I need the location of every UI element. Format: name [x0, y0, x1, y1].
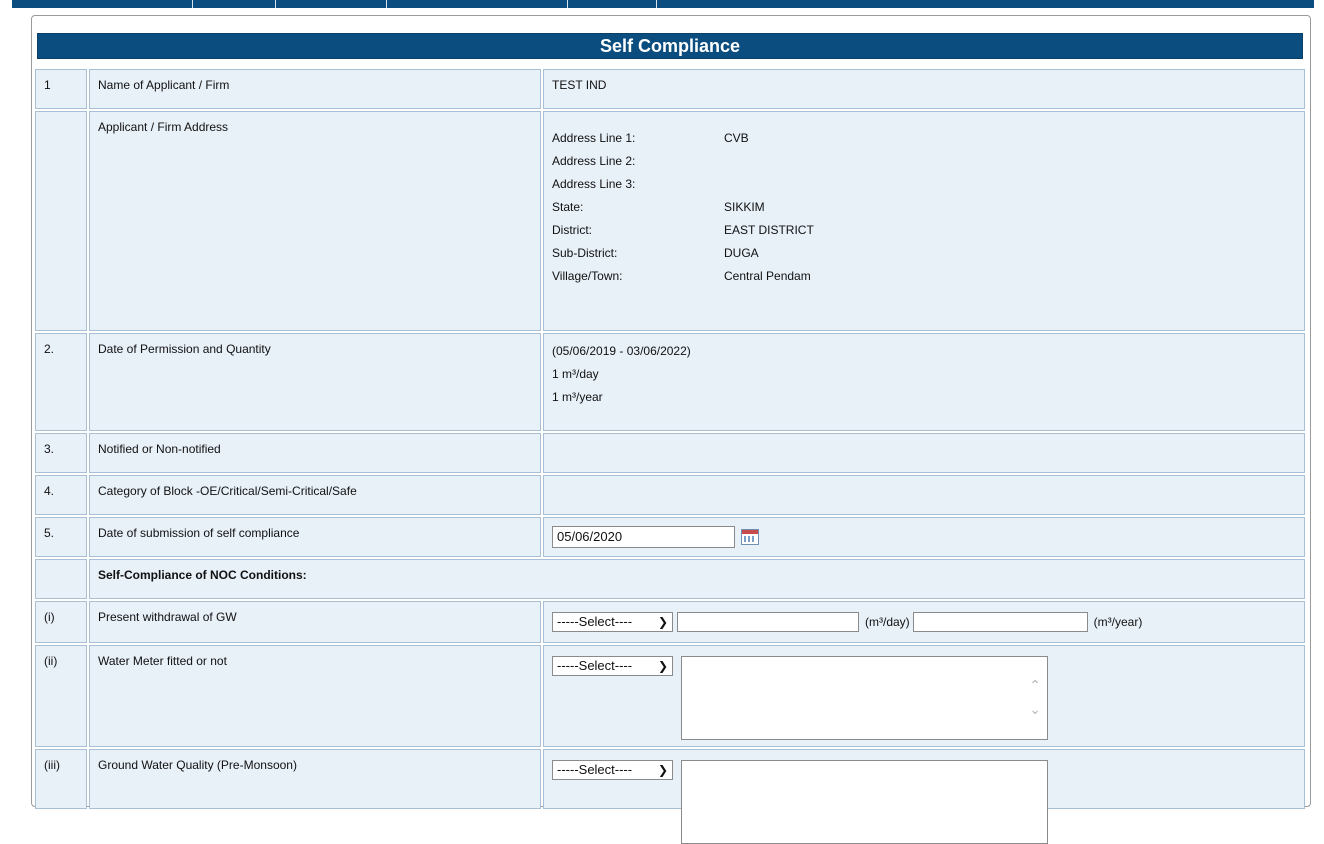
- address-block: Address Line 1: CVB Address Line 2: Addre…: [543, 111, 1305, 331]
- row-number: 5.: [35, 517, 87, 557]
- page-title: Self Compliance: [37, 33, 1303, 59]
- row-label: Notified or Non-notified: [89, 433, 541, 473]
- row-number: 1: [35, 69, 87, 109]
- gw-quality-select[interactable]: -----Select---- ❯: [552, 760, 673, 780]
- row-notified: 3. Notified or Non-notified: [35, 433, 1305, 473]
- gw-withdrawal-controls: -----Select---- ❯ (m³/day) (m³/year): [543, 601, 1305, 643]
- permission-range: (05/06/2019 - 03/06/2022): [552, 344, 691, 358]
- row-label: Date of Permission and Quantity: [89, 333, 541, 431]
- chevron-down-icon: ❯: [657, 615, 668, 629]
- address-village: Village/Town: Central Pendam: [552, 268, 811, 283]
- row-permission: 2. Date of Permission and Quantity (05/0…: [35, 333, 1305, 431]
- row-number: 2.: [35, 333, 87, 431]
- nav-tab-1[interactable]: [12, 0, 193, 8]
- self-compliance-panel: Self Compliance 1 Name of Applicant / Fi…: [31, 15, 1311, 844]
- row-label: Present withdrawal of GW: [89, 601, 541, 643]
- row-label: Ground Water Quality (Pre-Monsoon): [89, 749, 541, 809]
- permission-qty-year: 1 m³/year: [552, 390, 603, 404]
- submission-date-input[interactable]: 05/06/2020: [552, 526, 735, 548]
- row-label: Applicant / Firm Address: [89, 111, 541, 331]
- row-gw-quality: (iii) Ground Water Quality (Pre-Monsoon)…: [35, 749, 1305, 844]
- top-navigation-bar: [12, 0, 1314, 8]
- unit-day-label: (m³/day): [865, 615, 910, 629]
- row-submission-date: 5. Date of submission of self compliance…: [35, 517, 1305, 557]
- permission-block: (05/06/2019 - 03/06/2022) 1 m³/day 1 m³/…: [543, 333, 1305, 431]
- row-number: 3.: [35, 433, 87, 473]
- block-category-value: [543, 475, 1305, 515]
- row-noc-section: Self-Compliance of NOC Conditions:: [35, 559, 1305, 599]
- row-label: Water Meter fitted or not: [89, 645, 541, 747]
- scroll-up-icon[interactable]: ⌃: [1029, 677, 1041, 694]
- address-subdistrict: Sub-District: DUGA: [552, 245, 759, 260]
- calendar-icon[interactable]: [741, 529, 759, 545]
- nav-tab-5[interactable]: [568, 0, 657, 8]
- address-line3: Address Line 3:: [552, 176, 636, 191]
- row-number: 4.: [35, 475, 87, 515]
- water-meter-select[interactable]: -----Select---- ❯: [552, 656, 673, 676]
- row-number: (ii): [35, 645, 87, 747]
- row-block-category: 4. Category of Block -OE/Critical/Semi-C…: [35, 475, 1305, 515]
- water-meter-controls: -----Select---- ❯ ⌃ ⌄: [543, 645, 1305, 747]
- water-meter-remarks[interactable]: ⌃ ⌄: [681, 656, 1048, 740]
- nav-tab-2[interactable]: [193, 0, 276, 8]
- row-water-meter: (ii) Water Meter fitted or not -----Sele…: [35, 645, 1305, 747]
- row-number: [35, 111, 87, 331]
- row-gw-withdrawal: (i) Present withdrawal of GW -----Select…: [35, 601, 1305, 643]
- permission-qty-day: 1 m³/day: [552, 367, 599, 381]
- scroll-down-icon[interactable]: ⌄: [1029, 701, 1041, 718]
- gw-withdrawal-select[interactable]: -----Select---- ❯: [552, 612, 673, 632]
- nav-tab-4[interactable]: [387, 0, 568, 8]
- row-applicant-name: 1 Name of Applicant / Firm TEST IND: [35, 69, 1305, 109]
- chevron-down-icon: ❯: [657, 659, 668, 673]
- nav-tab-3[interactable]: [276, 0, 387, 8]
- gw-year-input[interactable]: [912, 612, 1088, 632]
- row-number: (iii): [35, 749, 87, 809]
- chevron-down-icon: ❯: [657, 763, 668, 777]
- gw-quality-controls: -----Select---- ❯: [543, 749, 1305, 844]
- row-applicant-address: Applicant / Firm Address Address Line 1:…: [35, 111, 1305, 331]
- address-state: State: SIKKIM: [552, 199, 765, 214]
- row-label: Category of Block -OE/Critical/Semi-Crit…: [89, 475, 541, 515]
- address-line2: Address Line 2:: [552, 153, 636, 168]
- row-label: Name of Applicant / Firm: [89, 69, 541, 109]
- address-district: District: EAST DISTRICT: [552, 222, 814, 237]
- row-number: [35, 559, 87, 599]
- gw-quality-remarks[interactable]: [681, 760, 1048, 844]
- row-number: (i): [35, 601, 87, 643]
- row-label: Date of submission of self compliance: [89, 517, 541, 557]
- address-line1: Address Line 1: CVB: [552, 130, 749, 145]
- submission-date-cell: 05/06/2020: [543, 517, 1305, 557]
- applicant-name-value: TEST IND: [543, 69, 1305, 109]
- section-heading: Self-Compliance of NOC Conditions:: [89, 559, 1305, 599]
- gw-day-input[interactable]: [677, 612, 859, 632]
- notified-value: [543, 433, 1305, 473]
- unit-year-label: (m³/year): [1093, 615, 1143, 629]
